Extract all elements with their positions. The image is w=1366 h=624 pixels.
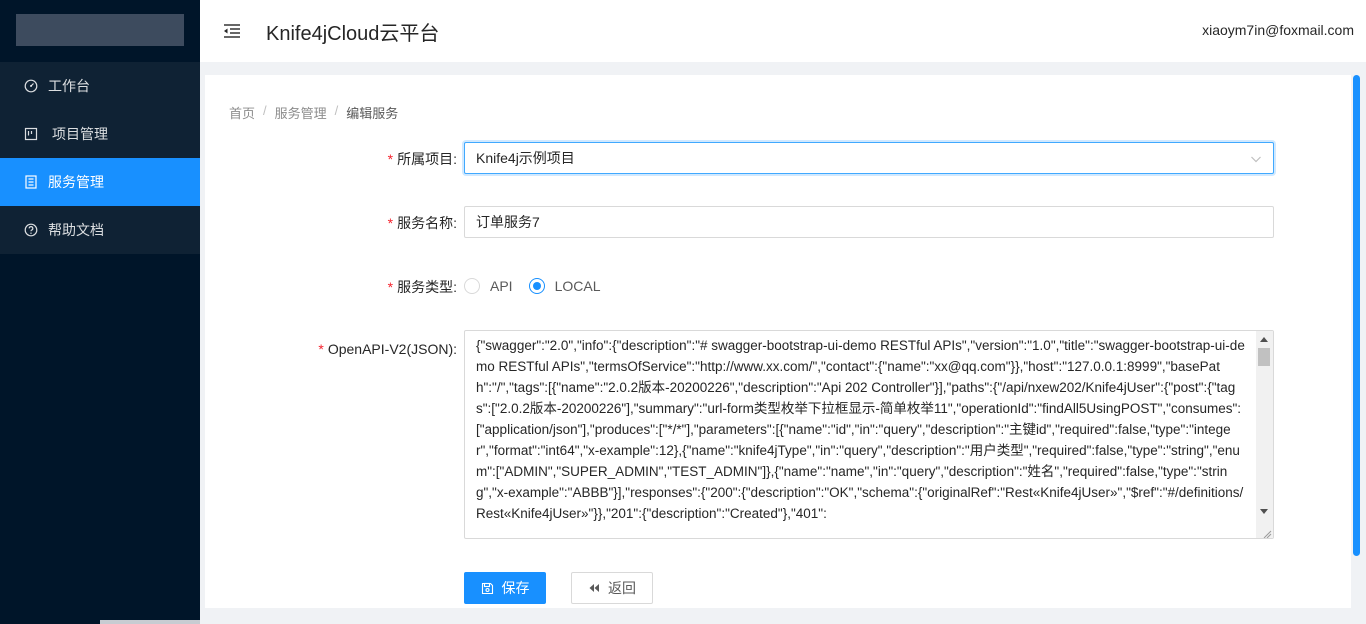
radio-api-circle[interactable]: [464, 278, 480, 294]
scroll-down-icon[interactable]: [1260, 509, 1268, 514]
project-icon: [24, 127, 38, 141]
dashboard-icon: [24, 79, 38, 93]
project-select-value: Knife4j示例项目: [476, 150, 575, 166]
sidebar-item-label: 服务管理: [48, 174, 104, 190]
app-title: Knife4jCloud云平台: [266, 22, 440, 45]
back-button[interactable]: 返回: [571, 572, 653, 604]
save-icon: [481, 582, 494, 595]
sidebar-item-label: 帮助文档: [48, 222, 104, 238]
sidebar-item-services[interactable]: 服务管理: [0, 158, 200, 206]
sidebar-menu: 工作台 项目管理 服务管理 帮助文档: [0, 62, 200, 254]
service-icon: [24, 175, 38, 189]
service-type-radio-group: API LOCAL: [464, 275, 1274, 297]
sidebar-item-label: 工作台: [48, 78, 90, 94]
chevron-down-icon: [1250, 152, 1262, 164]
project-label: * 所属项目:: [387, 151, 457, 167]
form-row-project: * 所属项目: Knife4j示例项目: [205, 142, 1351, 174]
logo: [16, 14, 184, 46]
header: Knife4jCloud云平台 xiaoym7in@foxmail.com: [200, 0, 1366, 62]
service-name-input[interactable]: 订单服务7: [464, 206, 1274, 238]
resize-grip-icon[interactable]: [1262, 527, 1272, 538]
scroll-up-icon[interactable]: [1260, 337, 1268, 342]
sidebar-item-projects[interactable]: 项目管理: [0, 110, 200, 158]
breadcrumb: 首页 / 服务管理 / 编辑服务: [229, 103, 398, 122]
textarea-scrollbar[interactable]: [1256, 331, 1273, 538]
radio-api[interactable]: API: [464, 278, 513, 294]
page-scrollbar[interactable]: [1351, 75, 1366, 608]
service-type-label: * 服务类型:: [387, 279, 457, 295]
user-email[interactable]: xiaoym7in@foxmail.com: [1202, 22, 1354, 38]
service-name-label: * 服务名称:: [387, 215, 457, 231]
breadcrumb-services[interactable]: 服务管理: [275, 103, 327, 122]
save-button[interactable]: 保存: [464, 572, 546, 604]
sidebar: 工作台 项目管理 服务管理 帮助文档: [0, 0, 200, 624]
sidebar-bottom-strip: [100, 620, 200, 624]
openapi-json-content: {"swagger":"2.0","info":{"description":"…: [476, 338, 1245, 521]
breadcrumb-separator: /: [263, 103, 267, 118]
sidebar-item-label: 项目管理: [52, 126, 108, 142]
scrollbar-thumb[interactable]: [1258, 348, 1270, 366]
main-content: 首页 / 服务管理 / 编辑服务 * 所属项目: Knife4j示例项目 * 服务名…: [205, 75, 1351, 608]
sidebar-item-dashboard[interactable]: 工作台: [0, 62, 200, 110]
breadcrumb-current: 编辑服务: [346, 106, 399, 121]
project-select[interactable]: Knife4j示例项目: [464, 142, 1274, 174]
help-icon: [24, 223, 38, 237]
openapi-label: * OpenAPI-V2(JSON):: [318, 341, 457, 357]
page-scrollbar-thumb[interactable]: [1353, 75, 1360, 556]
radio-local-circle[interactable]: [528, 278, 545, 294]
openapi-json-textarea[interactable]: {"swagger":"2.0","info":{"description":"…: [464, 330, 1274, 539]
menu-fold-icon[interactable]: [222, 21, 242, 41]
breadcrumb-home[interactable]: 首页: [229, 103, 255, 122]
backward-icon: [588, 583, 600, 593]
form-row-openapi: * OpenAPI-V2(JSON): {"swagger":"2.0","inf…: [205, 330, 1351, 539]
sidebar-item-help[interactable]: 帮助文档: [0, 206, 200, 254]
radio-local[interactable]: LOCAL: [528, 278, 601, 294]
breadcrumb-separator: /: [334, 103, 339, 118]
